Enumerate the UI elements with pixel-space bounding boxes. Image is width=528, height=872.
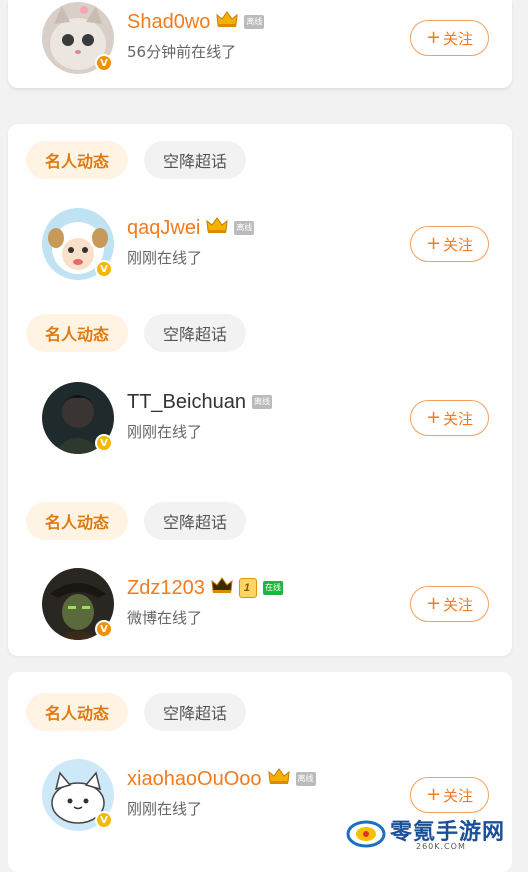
follow-button[interactable]: + 关注 xyxy=(410,586,489,622)
offline-tag: 离线 xyxy=(244,15,265,29)
tab-supertopic[interactable]: 空降超话 xyxy=(144,141,246,179)
user-name[interactable]: xiaohaoOuOoo 离线 xyxy=(127,767,316,791)
user-name[interactable]: Shad0wo 离线 xyxy=(127,10,265,34)
follow-label: 关注 xyxy=(443,235,474,254)
user-name[interactable]: Zdz1203 1 在线 xyxy=(127,576,283,600)
plus-icon: + xyxy=(425,784,442,805)
tab-supertopic[interactable]: 空降超话 xyxy=(144,693,246,731)
tab-supertopic[interactable]: 空降超话 xyxy=(144,502,246,540)
user-row[interactable]: V qaqJwei 离线 刚刚在线了 + 关注 xyxy=(0,208,528,294)
plus-icon: + xyxy=(425,27,442,48)
tab-celebrity-feed[interactable]: 名人动态 xyxy=(26,693,128,731)
follow-label: 关注 xyxy=(443,409,474,428)
tab-pills: 名人动态 空降超话 xyxy=(26,141,326,179)
plus-icon: + xyxy=(425,233,442,254)
tab-celebrity-feed[interactable]: 名人动态 xyxy=(26,314,128,352)
watermark-logo: 零氪手游网 260K.COM xyxy=(346,814,516,854)
follow-button[interactable]: + 关注 xyxy=(410,226,489,262)
verified-badge: V xyxy=(95,811,113,829)
level-badge: 1 xyxy=(238,578,257,598)
tab-celebrity-feed[interactable]: 名人动态 xyxy=(26,141,128,179)
plus-icon: + xyxy=(425,407,442,428)
online-status: 刚刚在线了 xyxy=(127,800,203,818)
online-status: 刚刚在线了 xyxy=(127,249,203,267)
online-status: 微博在线了 xyxy=(127,609,203,627)
follow-button[interactable]: + 关注 xyxy=(410,400,489,436)
user-row[interactable]: V TT_Beichuan 离线 刚刚在线了 + 关注 xyxy=(0,382,528,468)
tab-supertopic[interactable]: 空降超话 xyxy=(144,314,246,352)
online-status: 刚刚在线了 xyxy=(127,423,203,441)
offline-tag: 离线 xyxy=(251,395,272,409)
verified-badge: V xyxy=(95,434,113,452)
follow-label: 关注 xyxy=(443,786,474,805)
plus-icon: + xyxy=(425,593,442,614)
user-row[interactable]: V Shad0wo 离线 56分钟前在线了 + 关注 xyxy=(0,2,528,88)
follow-label: 关注 xyxy=(443,29,474,48)
verified-badge: V xyxy=(95,260,113,278)
tab-pills: 名人动态 空降超话 xyxy=(26,314,326,352)
watermark-subtitle: 260K.COM xyxy=(416,842,466,851)
verified-badge: V xyxy=(95,620,113,638)
online-tag: 在线 xyxy=(262,581,283,595)
tab-pills: 名人动态 空降超话 xyxy=(26,693,326,731)
user-row[interactable]: V Zdz1203 1 在线 微博在线了 + 关注 xyxy=(0,568,528,654)
follow-label: 关注 xyxy=(443,595,474,614)
follow-button[interactable]: + 关注 xyxy=(410,777,489,813)
tab-celebrity-feed[interactable]: 名人动态 xyxy=(26,502,128,540)
offline-tag: 离线 xyxy=(295,772,316,786)
offline-tag: 离线 xyxy=(234,221,255,235)
crown-icon xyxy=(216,10,239,34)
crown-icon xyxy=(206,216,229,240)
verified-badge: V xyxy=(95,54,113,72)
online-status: 56分钟前在线了 xyxy=(127,43,237,61)
user-name[interactable]: TT_Beichuan 离线 xyxy=(127,390,272,414)
follow-button[interactable]: + 关注 xyxy=(410,20,489,56)
tab-pills: 名人动态 空降超话 xyxy=(26,502,326,540)
crown-icon xyxy=(211,576,233,600)
user-name[interactable]: qaqJwei 离线 xyxy=(127,216,255,240)
logo-icon xyxy=(346,820,386,848)
crown-icon xyxy=(267,767,290,791)
